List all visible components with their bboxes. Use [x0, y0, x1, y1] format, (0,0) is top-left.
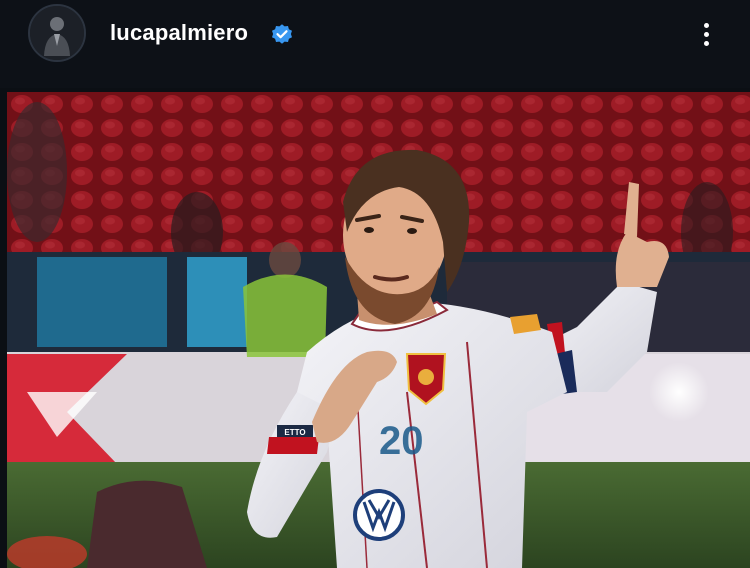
- username[interactable]: lucapalmiero: [110, 20, 248, 46]
- post-header: lucapalmiero: [0, 0, 750, 88]
- more-dot: [703, 22, 709, 28]
- more-dot: [703, 31, 709, 37]
- profile-avatar[interactable]: [28, 4, 86, 62]
- more-dot: [703, 40, 709, 46]
- post-photo[interactable]: ETTO 20: [7, 92, 750, 568]
- more-options-button[interactable]: [692, 14, 720, 54]
- avatar-image: [30, 6, 84, 60]
- player-celebration-image: ETTO 20: [7, 92, 750, 568]
- jersey-number: 20: [379, 419, 424, 463]
- sleeve-sponsor-text: ETTO: [284, 428, 305, 437]
- verified-badge-icon: [272, 24, 292, 44]
